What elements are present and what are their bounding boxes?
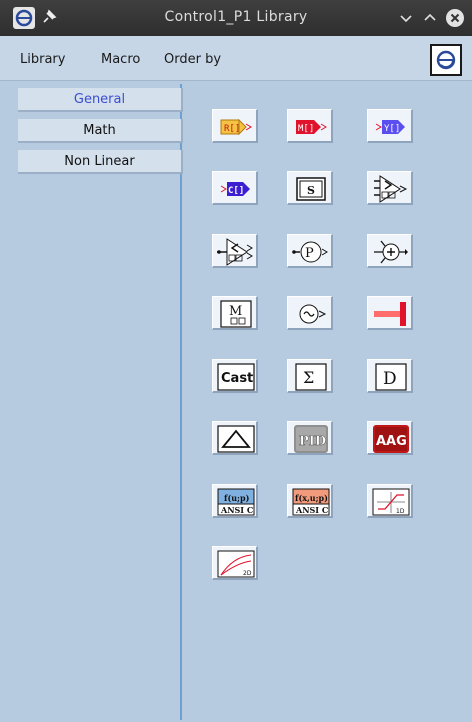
menu-order-by[interactable]: Order by [164,52,221,67]
category-general[interactable]: General [18,88,183,112]
svg-text:1D: 1D [396,508,405,515]
svg-text:C[]: C[] [228,186,244,196]
svg-text:P: P [305,246,314,261]
parameter-block[interactable]: P [287,234,333,268]
menu-library[interactable]: Library [20,52,65,67]
svg-text:Y[]: Y[] [384,124,400,134]
summation-block[interactable] [367,234,413,268]
svg-text:D: D [383,369,397,389]
category-math[interactable]: Math [18,119,183,143]
svg-text:M[]: M[] [298,124,314,134]
svg-text:AAG: AAG [376,434,407,449]
pid-block[interactable]: PID [287,421,333,455]
m-block[interactable]: M [212,296,258,330]
less-than-comparator-block[interactable] [212,234,258,268]
lookup-table-2d-block[interactable]: 2D [212,546,258,580]
lookup-table-1d-block[interactable]: 1D [367,484,413,518]
m-input-block[interactable]: M[] [287,109,333,143]
close-icon[interactable] [445,8,465,28]
block-palette: R[] M[] Y[] C[] S P M Cast Σ D PID AAG f… [184,84,467,720]
greater-than-comparator-block[interactable] [367,171,413,205]
svg-text:M: M [229,304,242,319]
svg-text:ANSI C: ANSI C [220,505,253,515]
svg-text:PID: PID [299,434,326,449]
svg-text:2D: 2D [243,570,252,577]
svg-text:Σ: Σ [303,368,314,387]
menu-macro[interactable]: Macro [101,52,140,67]
signal-generator-block[interactable] [287,296,333,330]
svg-text:S: S [307,184,315,197]
svg-text:R[]: R[] [224,124,240,134]
category-non-linear[interactable]: Non Linear [18,150,183,174]
library-logo-icon[interactable] [430,44,462,76]
c-state-function-block[interactable]: f(x,u;p) ANSI C [287,484,333,518]
maximize-icon[interactable] [420,8,440,28]
s-block[interactable]: S [287,171,333,205]
cast-block[interactable]: Cast [212,359,258,393]
svg-text:ANSI C: ANSI C [295,505,328,515]
c-function-block[interactable]: f(u;p) ANSI C [212,484,258,518]
category-panel: General Math Non Linear [9,84,183,720]
y-output-block[interactable]: Y[] [367,109,413,143]
svg-text:f(x,u;p): f(x,u;p) [295,493,328,503]
title-bar: Control1_P1 Library [0,0,472,36]
minimize-icon[interactable] [396,8,416,28]
svg-text:Cast: Cast [221,371,253,386]
svg-text:f(u;p): f(u;p) [224,493,250,503]
sigma-block[interactable]: Σ [287,359,333,393]
aag-block[interactable]: AAG [367,421,413,455]
terminator-block[interactable] [367,296,413,330]
triangle-block[interactable] [212,421,258,455]
library-content: General Math Non Linear R[] M[] Y[] C[] … [9,84,467,720]
r-input-block[interactable]: R[] [212,109,258,143]
c-output-block[interactable]: C[] [212,171,258,205]
delay-block[interactable]: D [367,359,413,393]
menu-bar: Library Macro Order by [0,36,472,81]
